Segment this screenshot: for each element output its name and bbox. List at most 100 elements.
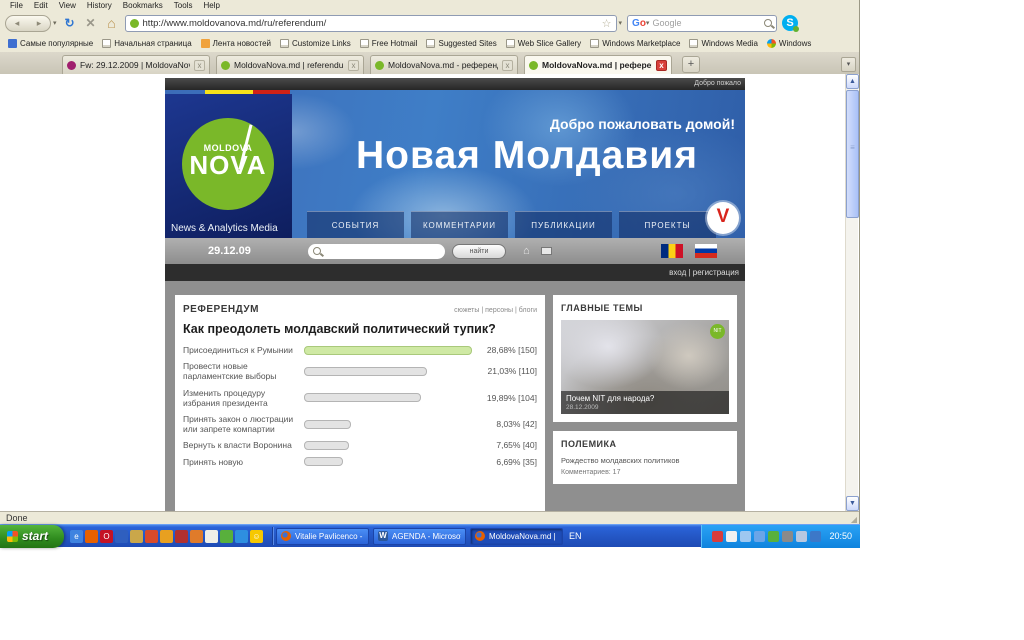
folder-icon[interactable]	[130, 530, 143, 543]
network-icon[interactable]	[754, 531, 765, 542]
bookmark-item[interactable]: Начальная страница	[99, 38, 194, 49]
site-mail-icon[interactable]	[541, 247, 552, 255]
browser-tab[interactable]: MoldovaNova.md | referendum x	[216, 55, 364, 74]
bookmark-item[interactable]: Windows Media	[686, 38, 760, 49]
russian-flag-icon[interactable]	[695, 244, 717, 258]
windows-icon[interactable]	[220, 530, 233, 543]
menu-item[interactable]: Help	[203, 1, 219, 11]
tab-title: MoldovaNova.md | referendum	[234, 60, 344, 70]
winamp-icon[interactable]	[160, 530, 173, 543]
site-logo[interactable]: MOLDOVA NOVA	[182, 118, 274, 210]
antivirus-icon[interactable]	[726, 531, 737, 542]
site-nav: СОБЫТИЯ КОММЕНТАРИИ ПУБЛИКАЦИИ ПРОЕКТЫ	[307, 211, 716, 238]
account-bar[interactable]: вход | регистрация	[165, 264, 745, 281]
taskbar-task-button[interactable]: W AGENDA - Microsoft ...	[373, 528, 466, 545]
menu-item[interactable]: Bookmarks	[123, 1, 163, 11]
opera-icon[interactable]: O	[100, 530, 113, 543]
security-alert-icon[interactable]	[712, 531, 723, 542]
taskbar-task-button[interactable]: Vitalie Pavlicenco - Bl...	[276, 528, 369, 545]
scroll-down-icon[interactable]: ▼	[846, 496, 859, 511]
update-icon[interactable]	[768, 531, 779, 542]
notepad-icon[interactable]	[205, 530, 218, 543]
history-dropdown-icon[interactable]: ▾	[53, 19, 57, 27]
url-bar[interactable]: http://www.moldovanova.md/ru/referendum/…	[125, 15, 617, 32]
site-nav-item[interactable]: ПУБЛИКАЦИИ	[515, 211, 612, 238]
bookmark-item[interactable]: Самые популярные	[5, 38, 96, 49]
media-player-icon[interactable]	[145, 530, 158, 543]
bookmark-item[interactable]: Customize Links	[277, 38, 354, 49]
forward-icon[interactable]: ▸	[37, 18, 42, 29]
menu-item[interactable]: Tools	[174, 1, 193, 11]
menu-item[interactable]: View	[59, 1, 76, 11]
vertical-scrollbar[interactable]: ▲ ▼	[845, 74, 858, 511]
menu-item[interactable]: History	[87, 1, 112, 11]
messenger-icon[interactable]	[235, 530, 248, 543]
poll-section-links[interactable]: сюжеты | персоны | блоги	[454, 307, 537, 314]
menu-item[interactable]: Edit	[34, 1, 48, 11]
task-buttons: Vitalie Pavlicenco - Bl... W AGENDA - Mi…	[276, 528, 563, 545]
reload-icon[interactable]: ↻	[62, 16, 78, 30]
skype-icon[interactable]: S	[782, 15, 798, 31]
site-search-input[interactable]	[308, 244, 445, 259]
browser-tab[interactable]: Fw: 29.12.2009 | MoldovaNova.md | Н... x	[62, 55, 210, 74]
language-indicator[interactable]: EN	[569, 531, 582, 541]
bookmark-item[interactable]: Web Slice Gallery	[503, 38, 584, 49]
stack-icon[interactable]	[175, 530, 188, 543]
menu-item[interactable]: File	[10, 1, 23, 11]
taskbar-task-button[interactable]: MoldovaNova.md | р...	[470, 528, 563, 545]
bookmark-item[interactable]: Windows	[764, 38, 814, 49]
bookmark-item[interactable]: Free Hotmail	[357, 38, 421, 49]
stop-icon[interactable]: ✕	[83, 16, 99, 30]
browser-globe-icon[interactable]	[115, 530, 128, 543]
poll-option-label[interactable]: Изменить процедуру избрания президента	[183, 388, 304, 408]
url-text[interactable]: http://www.moldovanova.md/ru/referendum/	[143, 18, 598, 29]
tab-close-icon[interactable]: x	[348, 60, 359, 71]
site-search-button[interactable]: найти	[452, 244, 506, 259]
poll-option-label[interactable]: Принять закон о люстрации или запрете ко…	[183, 414, 304, 434]
bookmark-item[interactable]: Лента новостей	[198, 38, 274, 49]
start-button[interactable]: start	[0, 525, 64, 548]
tab-close-icon[interactable]: x	[656, 60, 667, 71]
document-icon[interactable]	[190, 530, 203, 543]
poll-option-label[interactable]: Вернуть к власти Воронина	[183, 440, 304, 450]
site-nav-item[interactable]: КОММЕНТАРИИ	[411, 211, 508, 238]
search-engine-dropdown-icon[interactable]: ▾	[646, 19, 650, 27]
site-nav-item[interactable]: СОБЫТИЯ	[307, 211, 404, 238]
featured-article-image[interactable]: NIT Почем NIT для народа? 28.12.2009	[561, 320, 729, 414]
site-nav-item[interactable]: ПРОЕКТЫ	[619, 211, 716, 238]
romanian-flag-icon[interactable]	[661, 244, 683, 258]
urlbar-dropdown-icon[interactable]: ▾	[619, 19, 623, 27]
display-icon[interactable]	[796, 531, 807, 542]
tab-list-dropdown-icon[interactable]: ▾	[841, 57, 856, 72]
home-icon[interactable]: ⌂	[104, 15, 120, 31]
featured-caption-overlay: Почем NIT для народа? 28.12.2009	[561, 391, 729, 414]
scrollbar-thumb[interactable]	[846, 90, 859, 218]
bookmark-item[interactable]: Windows Marketplace	[587, 38, 683, 49]
bookmark-item[interactable]: Suggested Sites	[423, 38, 499, 49]
browser-tab[interactable]: MoldovaNova.md - референдум x	[370, 55, 518, 74]
search-magnifier-icon[interactable]	[764, 19, 772, 27]
poll-option-label[interactable]: Провести новые парламентские выборы	[183, 361, 304, 381]
poll-option-label[interactable]: Принять новую	[183, 457, 304, 467]
scroll-up-icon[interactable]: ▲	[846, 74, 859, 89]
site-home-icon[interactable]: ⌂	[523, 245, 530, 257]
tab-close-icon[interactable]: x	[502, 60, 513, 71]
back-forward-buttons[interactable]: ◂ ▸	[5, 15, 51, 32]
internet-explorer-icon[interactable]: e	[70, 530, 83, 543]
firefox-icon[interactable]	[85, 530, 98, 543]
browser-tab[interactable]: MoldovaNova.md | референдум x	[524, 55, 672, 74]
messenger-tray-icon[interactable]	[810, 531, 821, 542]
featured-caption[interactable]: Почем NIT для народа?	[566, 394, 724, 403]
utility-icon[interactable]	[782, 531, 793, 542]
polemika-item[interactable]: Рождество молдавских политиков	[561, 456, 729, 465]
search-box[interactable]: Go ▾ Google	[627, 15, 777, 32]
tab-close-icon[interactable]: x	[194, 60, 205, 71]
bookmark-star-icon[interactable]: ☆	[602, 17, 612, 30]
search-placeholder[interactable]: Google	[652, 18, 761, 28]
poll-option-label[interactable]: Присоединиться к Румынии	[183, 345, 304, 355]
back-icon[interactable]: ◂	[15, 18, 20, 29]
smiley-icon[interactable]: ☺	[250, 530, 263, 543]
volume-icon[interactable]	[740, 531, 751, 542]
resize-grip-icon[interactable]: ◢	[851, 515, 857, 524]
new-tab-button[interactable]: +	[682, 56, 700, 73]
